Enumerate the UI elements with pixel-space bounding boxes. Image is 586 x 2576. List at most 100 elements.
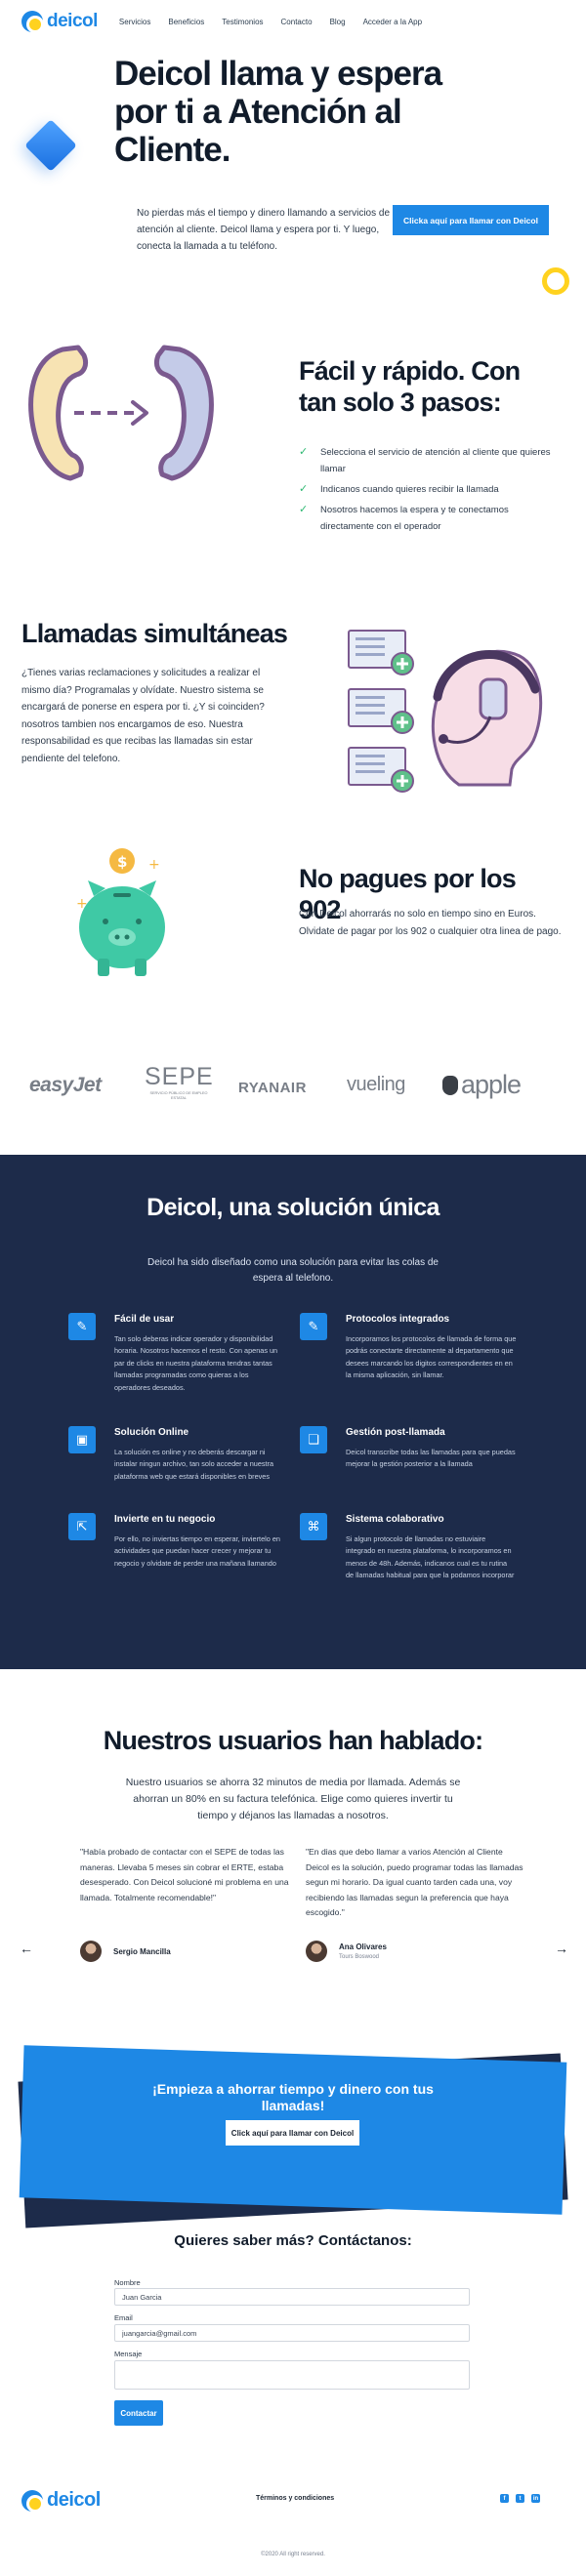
nav-testimonios[interactable]: Testimonios xyxy=(222,18,263,26)
nav-beneficios[interactable]: Beneficios xyxy=(168,18,204,26)
hero-text: No pierdas más el tiempo y dinero llaman… xyxy=(137,208,391,252)
linkedin-icon[interactable]: in xyxy=(531,2494,540,2503)
feature-title: Protocolos integrados xyxy=(346,1314,450,1325)
feature-text: La solución es online y no deberás desca… xyxy=(114,1448,274,1481)
sepe-logo-text: SEPE xyxy=(145,1063,214,1090)
simultaneous-title: Llamadas simultáneas xyxy=(21,619,288,648)
feature-title: Sistema colaborativo xyxy=(346,1514,444,1525)
name-label: Nombre xyxy=(114,2278,141,2287)
pencil-icon: ✎ xyxy=(68,1313,96,1340)
list-item: ✓ Indicanos cuando quieres recibir la lla… xyxy=(299,481,563,498)
testimonials-subtitle: Nuestro usuarios se ahorra 32 minutos de… xyxy=(125,1777,461,1821)
avatar xyxy=(80,1941,102,1962)
window-icon: ▣ xyxy=(68,1426,96,1453)
avatar xyxy=(306,1941,327,1962)
email-label: Email xyxy=(114,2313,133,2322)
message-label: Mensaje xyxy=(114,2350,143,2358)
share-icon: ⇱ xyxy=(68,1513,96,1540)
footer-logo-text: deicol xyxy=(47,2489,101,2511)
page: deicol Servicios Beneficios Testimonios … xyxy=(0,0,586,2576)
main-nav: Servicios Beneficios Testimonios Contact… xyxy=(119,18,422,26)
feature-text: Tan solo deberas indicar operador y disp… xyxy=(114,1334,278,1392)
pencil-icon: ✎ xyxy=(300,1313,327,1340)
piggy-bank-illustration: + + $ xyxy=(76,848,165,976)
svg-text:$: $ xyxy=(117,853,127,871)
feature-text: Por ello, no inviertas tiempo en esperar… xyxy=(114,1534,280,1568)
sepe-logo-subtitle: SERVICIO PÚBLICO DE EMPLEO ESTATAL xyxy=(149,1091,208,1100)
ring-decoration xyxy=(542,267,569,295)
message-field[interactable] xyxy=(114,2360,470,2390)
header: deicol Servicios Beneficios Testimonios … xyxy=(0,0,586,43)
testimonial-quote: "Había probado de contactar con el SEPE … xyxy=(80,1847,289,1902)
email-field[interactable] xyxy=(114,2324,470,2342)
check-icon: ✓ xyxy=(299,504,309,515)
hero-cta-button[interactable]: Clicka aquí para llamar con Deicol xyxy=(393,205,549,235)
logo[interactable]: deicol xyxy=(21,11,98,33)
list-item: ✓ Selecciona el servicio de atención al c… xyxy=(299,444,563,477)
check-icon: ✓ xyxy=(299,446,309,458)
logo-icon xyxy=(21,11,44,33)
hero-title: Deicol llama y espera por ti a Atención … xyxy=(114,55,442,169)
steps-list: ✓ Selecciona el servicio de atención al c… xyxy=(299,444,563,539)
book-icon: ❏ xyxy=(300,1426,327,1453)
nav-app[interactable]: Acceder a la App xyxy=(363,18,422,26)
author-name: Sergio Mancilla xyxy=(113,1946,171,1956)
step-text: Nosotros hacemos la espera y te conectam… xyxy=(320,505,509,532)
twitter-icon[interactable]: t xyxy=(516,2494,524,2503)
phones-illustration xyxy=(28,345,214,481)
arrow-right-icon[interactable]: → xyxy=(555,1941,568,1956)
facebook-icon[interactable]: f xyxy=(500,2494,509,2503)
social-links: f t in xyxy=(500,2494,540,2503)
footer-logo[interactable]: deicol xyxy=(21,2489,101,2513)
ryanair-logo: RYANAIR xyxy=(238,1080,307,1096)
author-name: Ana Olivares xyxy=(339,1942,387,1951)
no902-text: Con Deicol ahorrarás no solo en tiempo s… xyxy=(299,909,562,937)
check-icon: ✓ xyxy=(299,483,309,495)
diamond-decoration xyxy=(24,119,77,172)
name-field[interactable] xyxy=(114,2288,470,2306)
svg-text:+: + xyxy=(148,857,160,873)
list-item: ✓ Nosotros hacemos la espera y te conecta… xyxy=(299,502,563,535)
apple-logo-text: apple xyxy=(461,1070,522,1099)
logo-text: deicol xyxy=(47,11,98,31)
code-icon: ⌘ xyxy=(300,1513,327,1540)
step-text: Selecciona el servicio de atención al cl… xyxy=(320,447,551,474)
nav-blog[interactable]: Blog xyxy=(330,18,346,26)
feature-title: Gestión post-llamada xyxy=(346,1427,445,1438)
cta-button[interactable]: Click aquí para llamar con Deicol xyxy=(226,2120,359,2146)
feature-title: Invierte en tu negocio xyxy=(114,1514,216,1525)
testimonial-author: Ana Olivares Tours Boswood xyxy=(306,1941,387,1962)
sepe-logo: SEPE SERVICIO PÚBLICO DE EMPLEO ESTATAL xyxy=(145,1063,213,1101)
apple-icon xyxy=(442,1076,458,1095)
logo-icon xyxy=(21,2489,44,2513)
contact-submit-button[interactable]: Contactar xyxy=(114,2400,163,2426)
contact-title: Quieres saber más? Contáctanos: xyxy=(174,2232,412,2249)
step-text: Indicanos cuando quieres recibir la llam… xyxy=(320,484,499,495)
testimonials-title: Nuestros usuarios han hablado: xyxy=(103,1726,483,1755)
copyright: ©2020 All right reserved. xyxy=(261,2552,325,2557)
feature-text: Si algun protocolo de llamadas no estuvi… xyxy=(346,1534,515,1580)
steps-title: Fácil y rápido. Con tan solo 3 pasos: xyxy=(299,356,521,417)
simultaneous-text: ¿Tienes varias reclamaciones y solicitud… xyxy=(21,668,265,764)
feature-title: Fácil de usar xyxy=(114,1314,175,1325)
features-subtitle: Deicol ha sido diseñado como una solució… xyxy=(147,1257,439,1284)
testimonial-card: "En dias que debo llamar a varios Atenci… xyxy=(306,1845,525,1962)
features-section: Deicol, una solución única Deicol ha sid… xyxy=(0,1155,586,1669)
client-logos: easyJet SEPE SERVICIO PÚBLICO DE EMPLEO … xyxy=(0,1060,586,1117)
nav-servicios[interactable]: Servicios xyxy=(119,18,150,26)
feature-title: Solución Online xyxy=(114,1427,189,1438)
terms-link[interactable]: Términos y condiciones xyxy=(256,2495,334,2502)
vueling-logo: vueling xyxy=(347,1074,405,1095)
feature-text: Deicol transcribe todas las llamadas par… xyxy=(346,1448,516,1469)
testimonial-quote: "En dias que debo llamar a varios Atenci… xyxy=(306,1847,523,1917)
nav-contacto[interactable]: Contacto xyxy=(281,18,313,26)
author-role: Tours Boswood xyxy=(339,1954,380,1960)
testimonial-author: Sergio Mancilla xyxy=(80,1941,171,1962)
easyjet-logo: easyJet xyxy=(29,1074,102,1096)
apple-logo: apple xyxy=(442,1070,522,1100)
testimonial-card: "Había probado de contactar con el SEPE … xyxy=(80,1845,300,1962)
features-title: Deicol, una solución única xyxy=(146,1194,440,1221)
arrow-left-icon[interactable]: ← xyxy=(20,1941,33,1956)
feature-text: Incorporamos los protocolos de llamada d… xyxy=(346,1334,517,1380)
agent-illustration xyxy=(348,630,543,793)
